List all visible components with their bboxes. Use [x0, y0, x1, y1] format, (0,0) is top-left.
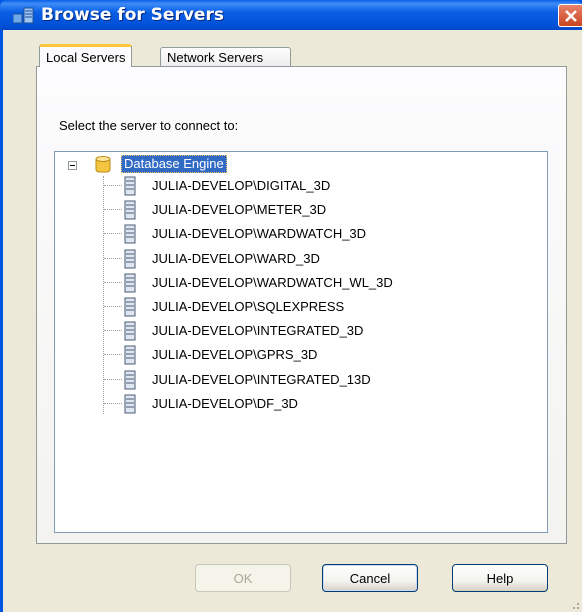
server-browse-icon: [13, 7, 34, 24]
help-button[interactable]: Help: [452, 564, 548, 592]
tree-connector-branch: [104, 306, 122, 307]
server-item-label: JULIA-DEVELOP\WARD_3D: [152, 250, 320, 266]
ok-button[interactable]: OK: [195, 564, 291, 592]
server-item-label: JULIA-DEVELOP\WARDWATCH_3D: [152, 226, 367, 242]
tree-connector-branch: [104, 209, 122, 211]
server-item-label: JULIA-DEVELOP\SQLEXPRESS: [152, 299, 345, 314]
tree-connector-branch: [104, 402, 122, 404]
server-icon: [124, 394, 136, 414]
tree-connector-branch: [104, 257, 122, 259]
server-icon: [124, 345, 136, 365]
server-item-label: JULIA-DEVELOP\DF_3D: [152, 395, 298, 411]
close-button[interactable]: [558, 4, 582, 27]
browse-for-servers-dialog: Browse for Servers Network Servers Local…: [0, 0, 582, 612]
server-icon: [124, 224, 136, 244]
server-icon: [124, 321, 136, 341]
server-item-label: JULIA-DEVELOP\INTEGRATED_3D: [152, 323, 364, 339]
cancel-button[interactable]: Cancel: [322, 564, 418, 592]
server-item-label: JULIA-DEVELOP\INTEGRATED_13D: [152, 371, 371, 387]
title-bar[interactable]: Browse for Servers: [0, 0, 582, 30]
select-server-prompt: Select the server to connect to:: [59, 118, 239, 133]
server-item-label: JULIA-DEVELOP\METER_3D: [152, 202, 327, 218]
tree-connector-branch: [104, 330, 122, 332]
server-icon: [124, 200, 136, 220]
tab-local-servers[interactable]: Local Servers: [39, 44, 133, 67]
tree-connector-branch: [104, 185, 122, 186]
tree-connector-branch: [104, 281, 122, 283]
tree-connector-branch: [104, 233, 122, 235]
server-icon: [124, 370, 136, 390]
server-icon: [124, 176, 136, 196]
resize-grip-icon[interactable]: [568, 598, 580, 610]
close-icon: [565, 10, 577, 22]
window-title: Browse for Servers: [41, 5, 224, 25]
tab-network-servers[interactable]: Network Servers: [160, 47, 291, 67]
tree-root-database-engine[interactable]: Database Engine: [121, 155, 227, 173]
server-icon: [124, 297, 136, 317]
server-icon: [124, 249, 136, 269]
server-item-label: JULIA-DEVELOP\DIGITAL_3D: [152, 178, 331, 193]
tree-connector-branch: [104, 378, 122, 380]
server-item-label: JULIA-DEVELOP\WARDWATCH_WL_3D: [152, 274, 393, 290]
collapse-toggle-icon[interactable]: [68, 161, 77, 170]
server-item-label: JULIA-DEVELOP\GPRS_3D: [152, 347, 318, 363]
server-icon: [124, 273, 136, 293]
tree-connector-branch: [104, 354, 122, 356]
database-icon: [95, 156, 111, 173]
